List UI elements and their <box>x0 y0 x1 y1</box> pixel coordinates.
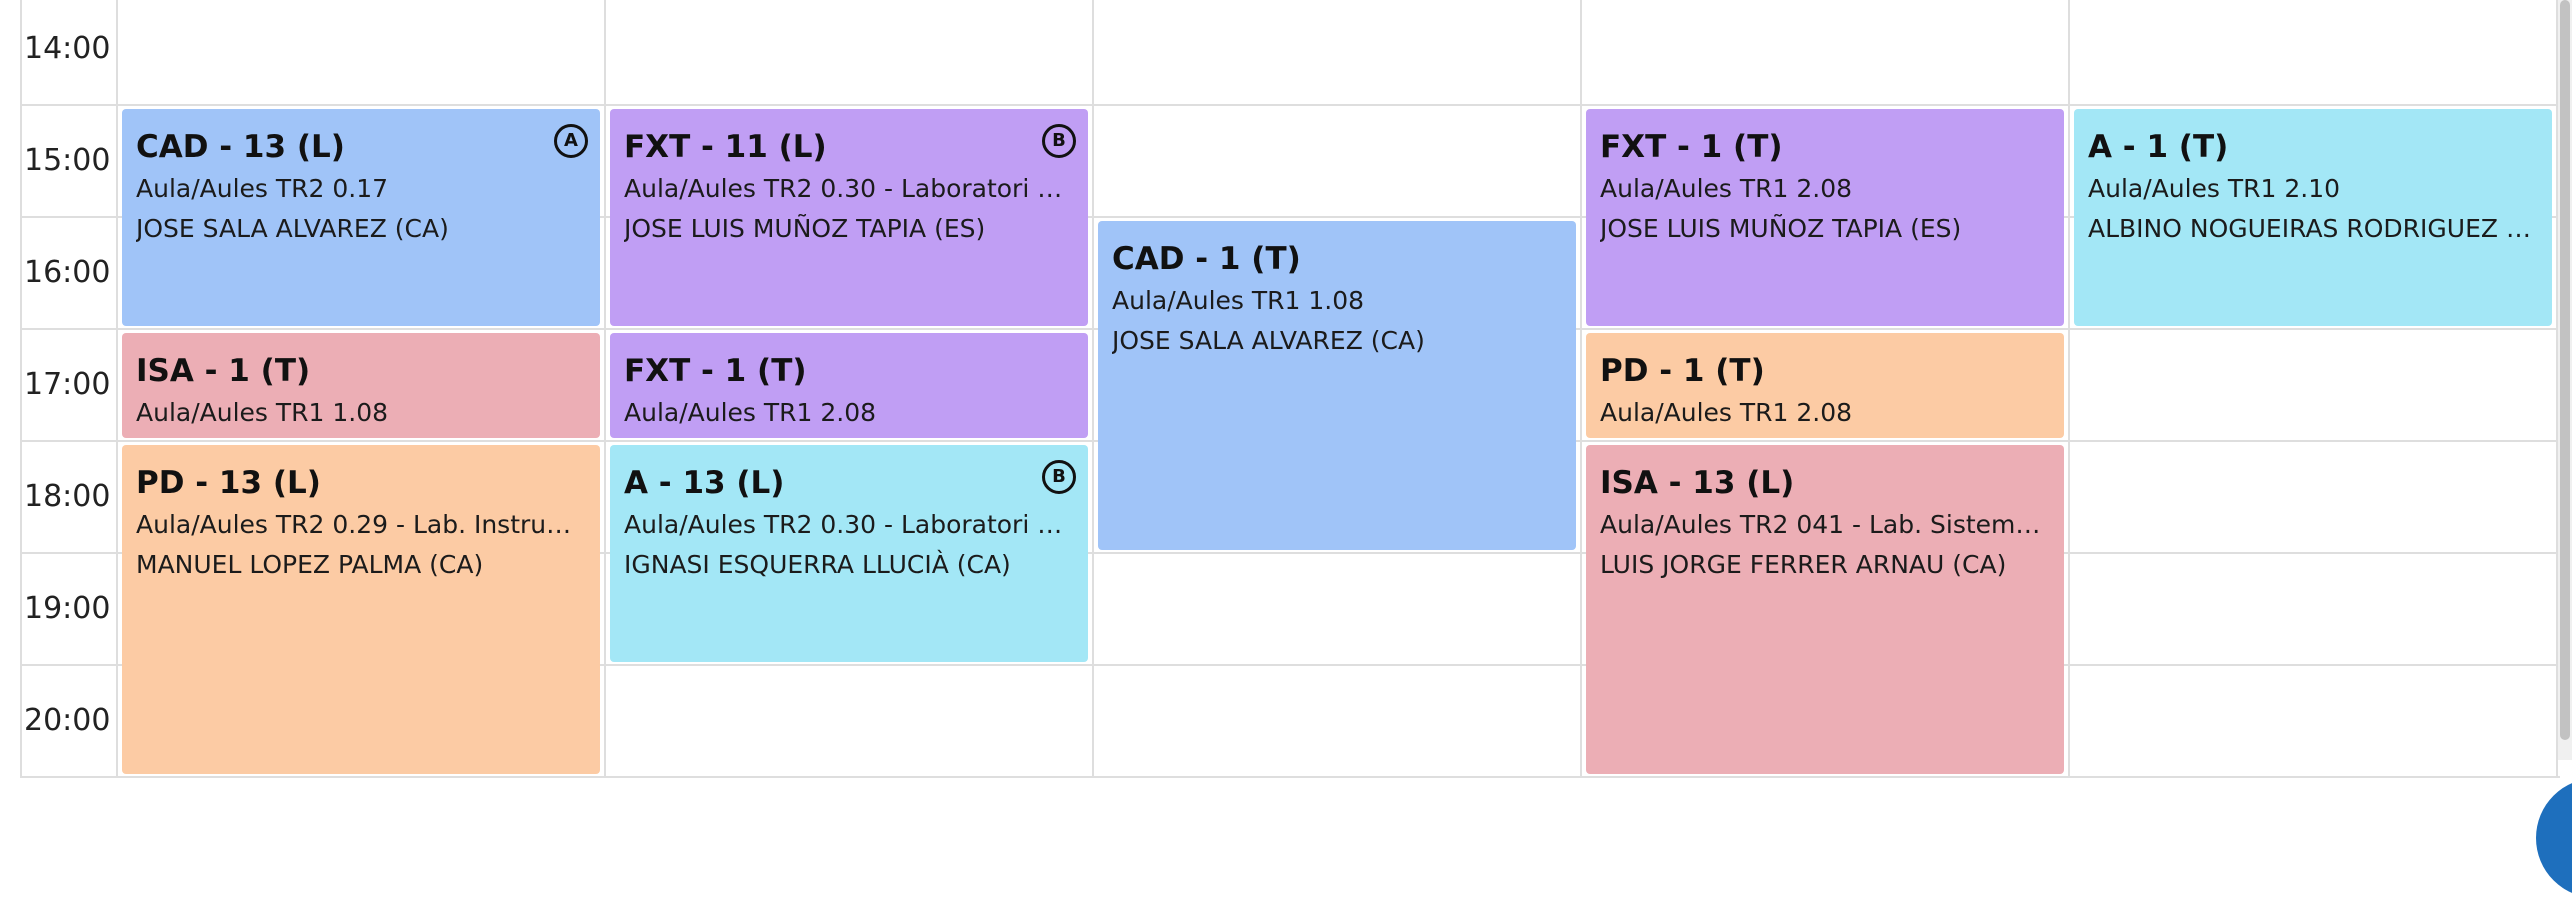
day-column-divider <box>1580 0 1582 777</box>
event-card[interactable]: ISA - 1 (T) Aula/Aules TR1 1.08 <box>122 333 600 438</box>
event-room: Aula/Aules TR1 2.08 <box>624 398 877 427</box>
event-card[interactable]: FXT - 1 (T) Aula/Aules TR1 2.08 <box>610 333 1088 438</box>
day-column-divider <box>2068 0 2070 777</box>
event-card[interactable]: FXT - 1 (T) Aula/Aules TR1 2.08 JOSE LUIS … <box>1586 109 2064 326</box>
event-card[interactable]: ISA - 13 (L) Aula/Aules TR2 041 - Lab. Si… <box>1586 445 2064 774</box>
event-card[interactable]: FXT - 11 (L) Aula/Aules TR2 0.30 - Labora… <box>610 109 1088 326</box>
event-title: ISA - 1 (T) <box>136 353 311 389</box>
day-column-divider <box>116 0 118 777</box>
event-title: A - 1 (T) <box>2088 129 2229 165</box>
event-room: Aula/Aules TR2 0.30 - Laboratori À... <box>624 174 1074 203</box>
event-card[interactable]: A - 13 (L) Aula/Aules TR2 0.30 - Laborato… <box>610 445 1088 662</box>
event-room: Aula/Aules TR1 1.08 <box>136 398 389 427</box>
scrollbar-thumb[interactable] <box>2560 0 2570 740</box>
hour-gridline <box>20 104 2560 106</box>
event-title: PD - 13 (L) <box>136 465 321 501</box>
day-column-divider <box>20 0 22 777</box>
event-teacher: JOSE SALA ALVAREZ (CA) <box>1112 326 1425 355</box>
event-room: Aula/Aules TR2 0.30 - Laboratori À... <box>624 510 1074 539</box>
hour-gridline <box>20 776 2560 778</box>
event-title: FXT - 1 (T) <box>1600 129 1783 165</box>
time-label: 19:00 <box>24 591 111 626</box>
event-room: Aula/Aules TR1 1.08 <box>1112 286 1365 315</box>
event-title: CAD - 13 (L) <box>136 129 345 165</box>
event-room: Aula/Aules TR2 041 - Lab. Sistemes... <box>1600 510 2050 539</box>
event-room: Aula/Aules TR1 2.08 <box>1600 174 1853 203</box>
event-card[interactable]: A - 1 (T) Aula/Aules TR1 2.10 ALBINO NOGUE… <box>2074 109 2552 326</box>
event-title: ISA - 13 (L) <box>1600 465 1795 501</box>
event-title: FXT - 1 (T) <box>624 353 807 389</box>
time-label: 17:00 <box>24 367 111 402</box>
event-room: Aula/Aules TR1 2.08 <box>1600 398 1853 427</box>
event-teacher: JOSE LUIS MUÑOZ TAPIA (ES) <box>624 214 986 243</box>
group-badge-icon: B <box>1042 124 1076 158</box>
event-card[interactable]: CAD - 13 (L) Aula/Aules TR2 0.17 JOSE SALA… <box>122 109 600 326</box>
event-card[interactable]: CAD - 1 (T) Aula/Aules TR1 1.08 JOSE SALA … <box>1098 221 1576 550</box>
event-card[interactable]: PD - 13 (L) Aula/Aules TR2 0.29 - Lab. In… <box>122 445 600 774</box>
event-teacher: JOSE SALA ALVAREZ (CA) <box>136 214 449 243</box>
time-label: 14:00 <box>24 31 111 66</box>
event-teacher: JOSE LUIS MUÑOZ TAPIA (ES) <box>1600 214 1962 243</box>
event-teacher: LUIS JORGE FERRER ARNAU (CA) <box>1600 550 2007 579</box>
time-label: 15:00 <box>24 143 111 178</box>
event-title: CAD - 1 (T) <box>1112 241 1301 277</box>
day-column-divider <box>1092 0 1094 777</box>
event-card[interactable]: PD - 1 (T) Aula/Aules TR1 2.08 <box>1586 333 2064 438</box>
day-column-divider <box>604 0 606 777</box>
group-badge-icon: B <box>1042 460 1076 494</box>
event-teacher: ALBINO NOGUEIRAS RODRIGUEZ (... <box>2088 214 2538 243</box>
week-calendar-grid: 14:00 15:00 16:00 17:00 18:00 19:00 20:00 CAD -… <box>0 0 2572 798</box>
event-teacher: MANUEL LOPEZ PALMA (CA) <box>136 550 484 579</box>
event-room: Aula/Aules TR2 0.17 <box>136 174 389 203</box>
event-title: FXT - 11 (L) <box>624 129 827 165</box>
event-room: Aula/Aules TR2 0.29 - Lab. Instrum.... <box>136 510 586 539</box>
time-label: 16:00 <box>24 255 111 290</box>
event-teacher: IGNASI ESQUERRA LLUCIÀ (CA) <box>624 550 1011 579</box>
group-badge-icon: A <box>554 124 588 158</box>
event-title: PD - 1 (T) <box>1600 353 1765 389</box>
time-label: 20:00 <box>24 703 111 738</box>
event-room: Aula/Aules TR1 2.10 <box>2088 174 2341 203</box>
time-label: 18:00 <box>24 479 111 514</box>
event-title: A - 13 (L) <box>624 465 785 501</box>
